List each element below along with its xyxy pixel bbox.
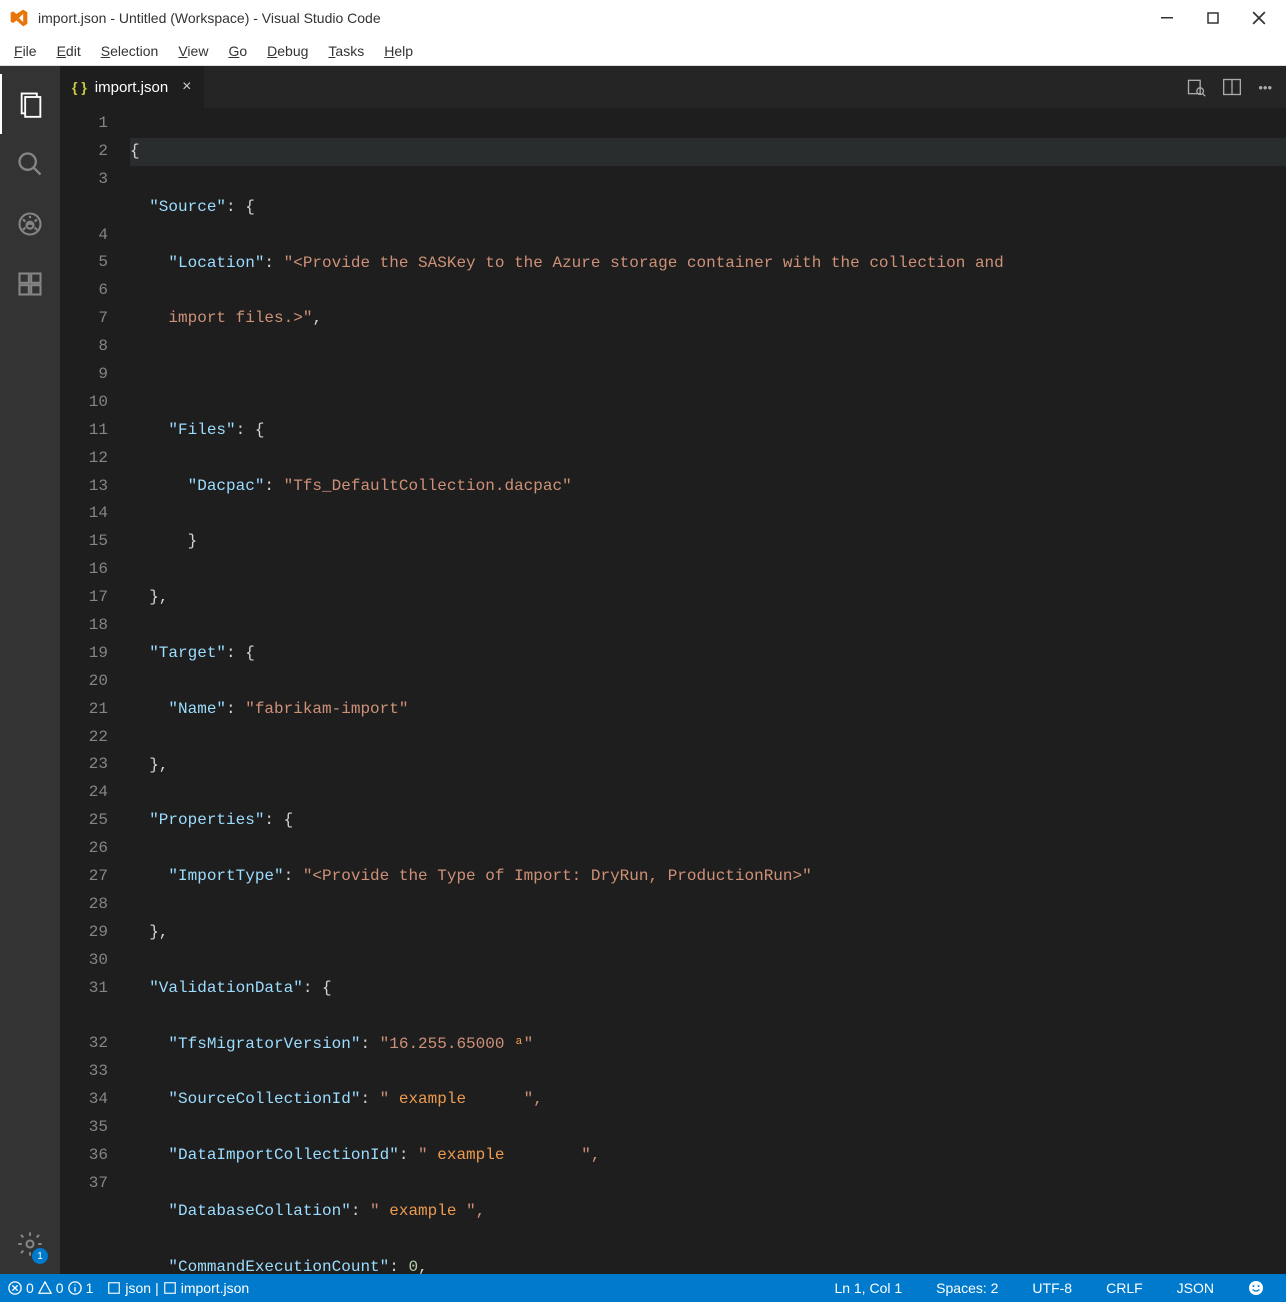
tab-import-json[interactable]: { } import.json ×: [60, 66, 205, 108]
code-content[interactable]: { "Source": { "Location": "<Provide the …: [130, 108, 1286, 1274]
menu-help[interactable]: Help: [374, 39, 423, 63]
more-actions-icon[interactable]: •••: [1258, 80, 1272, 95]
status-feedback-icon[interactable]: [1248, 1280, 1264, 1296]
settings-badge: 1: [32, 1248, 48, 1264]
menu-go[interactable]: Go: [218, 39, 257, 63]
tab-close-button[interactable]: ×: [182, 78, 191, 96]
activity-settings-button[interactable]: 1: [0, 1214, 60, 1274]
status-cursor-position[interactable]: Ln 1, Col 1: [834, 1280, 902, 1296]
menu-edit[interactable]: Edit: [47, 39, 91, 63]
activity-search-button[interactable]: [0, 134, 60, 194]
split-editor-icon[interactable]: [1222, 77, 1242, 97]
menu-tasks[interactable]: Tasks: [318, 39, 374, 63]
window-close-button[interactable]: [1236, 0, 1282, 36]
menu-selection[interactable]: Selection: [91, 39, 169, 63]
activity-extensions-button[interactable]: [0, 254, 60, 314]
json-file-icon: { }: [72, 79, 87, 95]
editor-actions: •••: [1186, 66, 1286, 108]
status-breadcrumb[interactable]: json | import.json: [107, 1280, 249, 1296]
title-bar: import.json - Untitled (Workspace) - Vis…: [0, 0, 1286, 36]
status-bar: 0 0 1 json | import.json Ln 1, Col 1 Spa…: [0, 1274, 1286, 1302]
editor-area: { } import.json × ••• 123456789101112131…: [60, 66, 1286, 1274]
tab-label: import.json: [95, 79, 168, 96]
window-title: import.json - Untitled (Workspace) - Vis…: [38, 10, 1144, 26]
activity-bar: 1: [0, 66, 60, 1274]
main-area: 1 { } import.json × ••• 1234567891011121…: [0, 66, 1286, 1274]
window-minimize-button[interactable]: [1144, 0, 1190, 36]
window-maximize-button[interactable]: [1190, 0, 1236, 36]
tab-bar: { } import.json × •••: [60, 66, 1286, 108]
status-encoding[interactable]: UTF-8: [1032, 1280, 1072, 1296]
status-problems[interactable]: 0 0 1: [8, 1280, 93, 1296]
status-indentation[interactable]: Spaces: 2: [936, 1280, 998, 1296]
activity-debug-button[interactable]: [0, 194, 60, 254]
vscode-logo-icon: [8, 7, 30, 29]
status-language[interactable]: JSON: [1177, 1280, 1214, 1296]
activity-explorer-button[interactable]: [0, 74, 60, 134]
status-eol[interactable]: CRLF: [1106, 1280, 1143, 1296]
menu-file[interactable]: File: [4, 39, 47, 63]
line-number-gutter: 1234567891011121314151617181920212223242…: [60, 108, 130, 1274]
menu-view[interactable]: View: [168, 39, 218, 63]
menu-debug[interactable]: Debug: [257, 39, 318, 63]
menu-bar: File Edit Selection View Go Debug Tasks …: [0, 36, 1286, 66]
code-editor[interactable]: 1234567891011121314151617181920212223242…: [60, 108, 1286, 1274]
preview-icon[interactable]: [1186, 77, 1206, 97]
